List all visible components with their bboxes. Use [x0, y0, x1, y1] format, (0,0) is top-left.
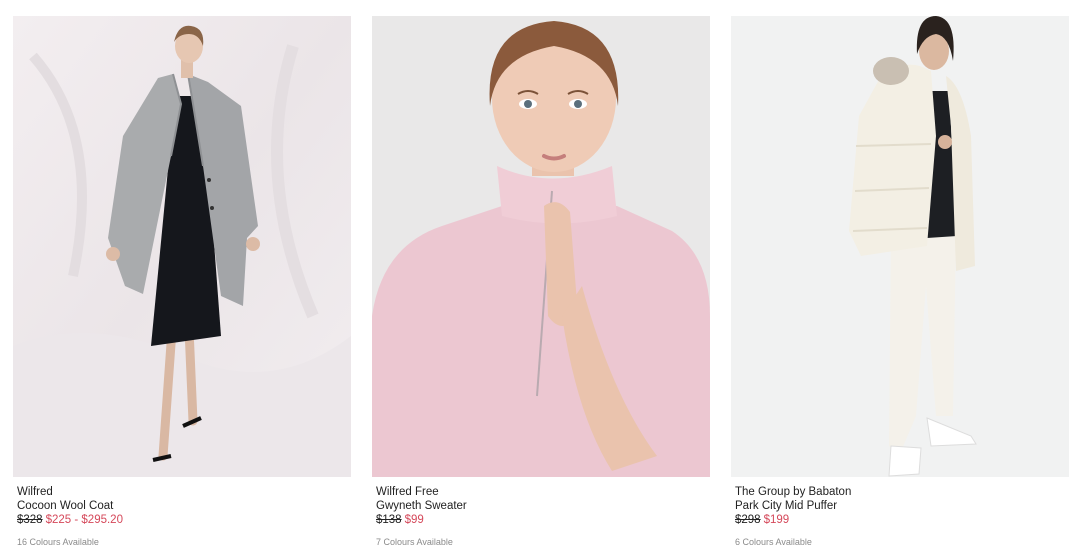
original-price: $298: [735, 514, 761, 526]
colours-available: 7 Colours Available: [376, 537, 453, 547]
product-image[interactable]: [13, 16, 351, 477]
product-image[interactable]: [372, 16, 710, 477]
original-price: $328: [17, 514, 43, 526]
product-grid: Wilfred Cocoon Wool Coat $328 $225 - $295…: [0, 0, 1080, 557]
product-brand[interactable]: The Group by Babaton: [735, 485, 1069, 499]
product-card[interactable]: Wilfred Cocoon Wool Coat $328 $225 - $295…: [13, 16, 351, 548]
woman-white-puffer-photo: [731, 16, 1069, 477]
original-price: $138: [376, 514, 402, 526]
colours-available: 6 Colours Available: [735, 537, 812, 547]
colours-available: 16 Colours Available: [17, 537, 99, 547]
product-brand[interactable]: Wilfred Free: [376, 485, 710, 499]
product-price: $298 $199: [735, 513, 1069, 528]
product-card[interactable]: The Group by Babaton Park City Mid Puffe…: [731, 16, 1069, 548]
product-name[interactable]: Park City Mid Puffer: [735, 499, 1069, 513]
product-name[interactable]: Gwyneth Sweater: [376, 499, 710, 513]
sale-price: $225 - $295.20: [45, 514, 123, 526]
woman-pink-sweater-photo: [372, 16, 710, 477]
product-card[interactable]: Wilfred Free Gwyneth Sweater $138 $99 7 C…: [372, 16, 710, 548]
product-info: Wilfred Cocoon Wool Coat $328 $225 - $295…: [13, 477, 351, 548]
product-image[interactable]: [731, 16, 1069, 477]
woman-grey-wool-coat-photo: [13, 16, 351, 477]
sale-price: $99: [404, 514, 424, 526]
product-price: $138 $99: [376, 513, 710, 528]
product-brand[interactable]: Wilfred: [17, 485, 351, 499]
product-price: $328 $225 - $295.20: [17, 513, 351, 528]
product-name[interactable]: Cocoon Wool Coat: [17, 499, 351, 513]
product-info: The Group by Babaton Park City Mid Puffe…: [731, 477, 1069, 548]
product-info: Wilfred Free Gwyneth Sweater $138 $99 7 C…: [372, 477, 710, 548]
sale-price: $199: [763, 514, 790, 526]
